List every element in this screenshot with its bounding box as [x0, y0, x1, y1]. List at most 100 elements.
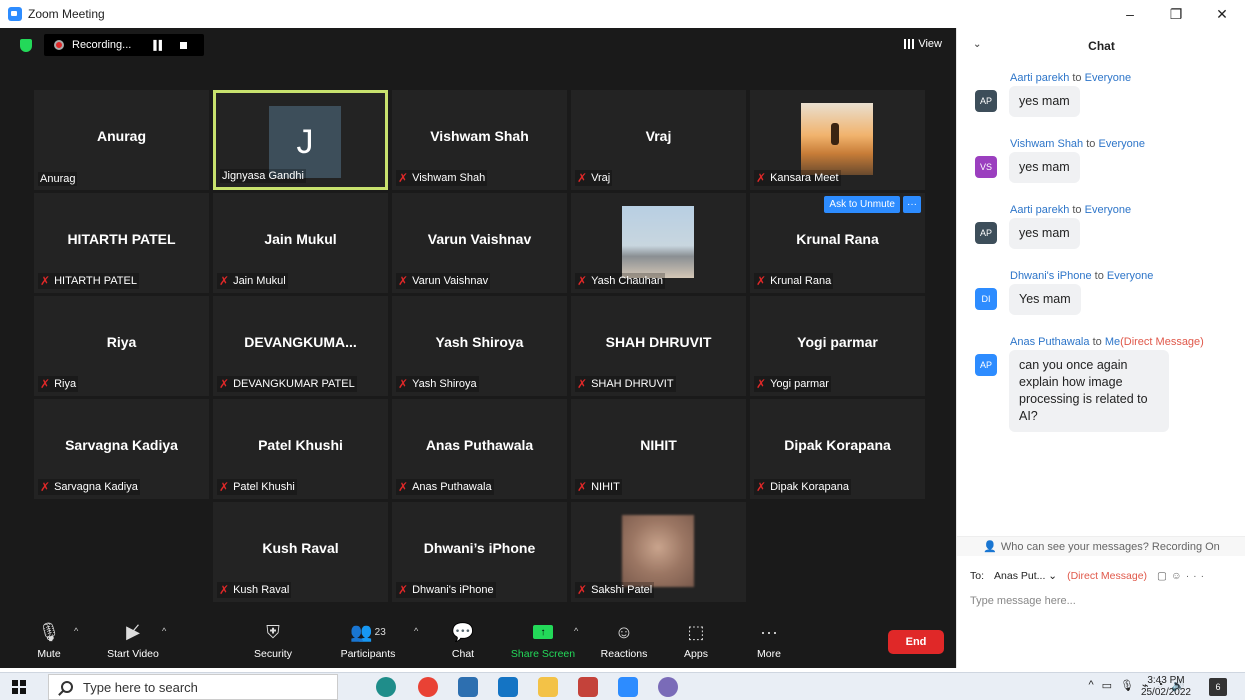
- participants-button[interactable]: 👥 23 Participants: [323, 620, 413, 661]
- participant-name: Jignyasa Gandhi: [222, 170, 304, 182]
- participant-tile[interactable]: NIHIT ✗ NIHIT: [571, 399, 746, 499]
- participant-tile[interactable]: Anurag Anurag: [34, 90, 209, 190]
- share-options-caret-icon[interactable]: ^: [574, 626, 578, 636]
- more-button[interactable]: ··· More: [724, 620, 814, 661]
- participant-tile[interactable]: Patel Khushi ✗ Patel Khushi: [213, 399, 388, 499]
- participant-tile[interactable]: Varun Vaishnav ✗ Varun Vaishnav: [392, 193, 567, 293]
- chat-privacy-notice[interactable]: 👤 Who can see your messages? Recording O…: [957, 536, 1245, 556]
- taskbar-search[interactable]: Type here to search: [48, 674, 338, 700]
- file-icon[interactable]: ▢: [1157, 570, 1171, 582]
- powerpoint-icon[interactable]: [578, 677, 598, 697]
- battery-icon[interactable]: ▭: [1102, 679, 1112, 692]
- participant-tile[interactable]: DEVANGKUMA... ✗ DEVANGKUMAR PATEL: [213, 296, 388, 396]
- participant-tile[interactable]: ✗ Sakshi Patel: [571, 502, 746, 602]
- participant-tile[interactable]: Krunal Rana Ask to Unmute ··· ✗ Krunal Rana: [750, 193, 925, 293]
- participant-name: Riya: [54, 378, 77, 390]
- participant-tile[interactable]: Kush Raval ✗ Kush Raval: [213, 502, 388, 602]
- chat-sender[interactable]: Aarti parekh: [1010, 72, 1069, 84]
- tile-more-button[interactable]: ···: [903, 196, 921, 213]
- zoom-taskbar-icon[interactable]: [618, 677, 638, 697]
- participant-tile[interactable]: ✗ Kansara Meet: [750, 90, 925, 190]
- chrome-icon[interactable]: [418, 677, 438, 697]
- participant-tile[interactable]: SHAH DHRUVIT ✗ SHAH DHRUVIT: [571, 296, 746, 396]
- recording-dot-icon: [54, 40, 64, 50]
- close-button[interactable]: ✕: [1199, 0, 1245, 28]
- muted-mic-icon: ✗: [398, 377, 409, 391]
- chat-sender[interactable]: Anas Puthawala: [1010, 336, 1090, 348]
- restore-button[interactable]: ❐: [1153, 0, 1199, 28]
- chat-recipient: Everyone: [1084, 204, 1132, 216]
- window-controls: – ❐ ✕: [1107, 0, 1245, 28]
- end-meeting-button[interactable]: End: [888, 630, 944, 654]
- mic-tray-icon[interactable]: 🎙: [1120, 679, 1134, 692]
- chat-bubble-icon: 💬: [451, 621, 475, 642]
- muted-mic-icon: ✗: [577, 583, 588, 597]
- participant-tile[interactable]: Anas Puthawala ✗ Anas Puthawala: [392, 399, 567, 499]
- mute-button[interactable]: 🎙 Mute: [4, 620, 94, 661]
- pause-recording-icon[interactable]: ▌▌: [153, 40, 165, 50]
- chat-sender[interactable]: Dhwani's iPhone: [1010, 270, 1092, 282]
- chat-bubble: yes mam: [1009, 86, 1080, 117]
- more-options-icon[interactable]: ···: [1186, 570, 1209, 582]
- muted-mic-icon: ✗: [219, 377, 230, 391]
- participant-tile[interactable]: Dhwani’s iPhone ✗ Dhwani's iPhone: [392, 502, 567, 602]
- minimize-button[interactable]: –: [1107, 0, 1153, 28]
- mail-icon[interactable]: [498, 677, 518, 697]
- participant-label: Jignyasa Gandhi: [220, 169, 306, 183]
- chevron-down-icon[interactable]: ⌄: [973, 39, 981, 50]
- tray-chevron-icon[interactable]: ^: [1088, 679, 1093, 692]
- chat-avatar: AP: [975, 354, 997, 376]
- participant-tile[interactable]: ✗ Yash Chauhan: [571, 193, 746, 293]
- chat-title: Chat: [1088, 39, 1115, 53]
- participant-tile[interactable]: Yash Shiroya ✗ Yash Shiroya: [392, 296, 567, 396]
- emoji-icon[interactable]: ☺: [1171, 570, 1186, 582]
- participant-display-name: Vishwam Shah: [430, 128, 529, 144]
- tile-actions: Ask to Unmute ···: [824, 196, 921, 213]
- encryption-shield-icon[interactable]: [20, 39, 32, 52]
- mute-label: Mute: [37, 648, 61, 660]
- participant-tile[interactable]: J Jignyasa Gandhi: [213, 90, 388, 190]
- participant-tile[interactable]: Vraj ✗ Vraj: [571, 90, 746, 190]
- recording-label: Recording...: [72, 39, 132, 51]
- participant-tile[interactable]: HITARTH PATEL ✗ HITARTH PATEL: [34, 193, 209, 293]
- participant-tile[interactable]: Yogi parmar ✗ Yogi parmar: [750, 296, 925, 396]
- taskbar-clock[interactable]: 3:43 PM 25/02/2022: [1141, 675, 1191, 699]
- muted-mic-icon: ✗: [398, 171, 409, 185]
- participant-tile[interactable]: Jain Mukul ✗ Jain Mukul: [213, 193, 388, 293]
- participant-tile[interactable]: Dipak Korapana ✗ Dipak Korapana: [750, 399, 925, 499]
- muted-mic-icon: ✗: [756, 377, 767, 391]
- ask-to-unmute-button[interactable]: Ask to Unmute: [824, 196, 900, 213]
- view-button[interactable]: View: [904, 38, 942, 50]
- chat-message-input[interactable]: Type message here...: [970, 595, 1076, 607]
- muted-mic-icon: ✗: [219, 583, 230, 597]
- muted-mic-icon: ✗: [398, 274, 409, 288]
- edge-icon[interactable]: [376, 677, 396, 697]
- notification-icon[interactable]: 6: [1209, 678, 1227, 696]
- store-icon[interactable]: [458, 677, 478, 697]
- chat-message-header: Aarti parekh to Everyone: [1010, 204, 1131, 216]
- participant-tile[interactable]: Vishwam Shah ✗ Vishwam Shah: [392, 90, 567, 190]
- chat-message-header: Anas Puthawala to Me(Direct Message): [1010, 336, 1204, 348]
- paint-icon[interactable]: [658, 677, 678, 697]
- participant-tile[interactable]: Riya ✗ Riya: [34, 296, 209, 396]
- privacy-text: Who can see your messages? Recording On: [1000, 540, 1220, 553]
- participant-display-name: Anas Puthawala: [425, 437, 534, 453]
- file-explorer-icon[interactable]: [538, 677, 558, 697]
- windows-start-icon[interactable]: [12, 680, 26, 694]
- view-label: View: [918, 38, 942, 50]
- chat-sender[interactable]: Vishwam Shah: [1010, 138, 1083, 150]
- windows-taskbar: Type here to search ^ ▭ 🎙 ⌁ ◔ 🔊 3:43 PM …: [0, 672, 1245, 700]
- recipient-select[interactable]: Anas Put... ⌄: [994, 570, 1057, 582]
- participant-tile[interactable]: Sarvagna Kadiya ✗ Sarvagna Kadiya: [34, 399, 209, 499]
- muted-mic-icon: ✗: [577, 171, 588, 185]
- participant-label: ✗ SHAH DHRUVIT: [575, 376, 676, 392]
- stop-recording-icon[interactable]: [180, 41, 188, 49]
- participant-display-name: Yash Shiroya: [435, 334, 524, 350]
- audio-options-caret-icon[interactable]: ^: [74, 626, 78, 636]
- participant-name: Anas Puthawala: [412, 481, 492, 493]
- participant-display-name: Anurag: [97, 128, 146, 144]
- video-options-caret-icon[interactable]: ^: [162, 626, 166, 636]
- chat-sender[interactable]: Aarti parekh: [1010, 204, 1069, 216]
- security-button[interactable]: ⛨ Security: [228, 620, 318, 661]
- chat-button[interactable]: 💬 Chat: [418, 620, 508, 661]
